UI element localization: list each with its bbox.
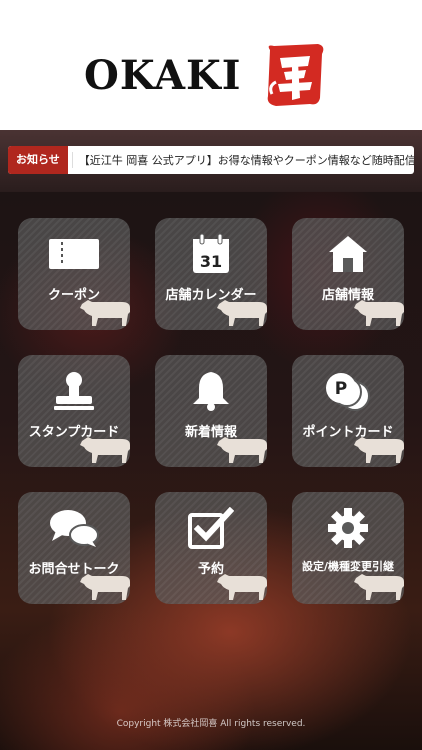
chat-icon	[18, 506, 130, 550]
app-header: OKAKI	[0, 0, 422, 130]
store-icon	[292, 232, 404, 276]
check-icon	[155, 506, 267, 550]
calendar-day: 31	[200, 252, 222, 271]
news-badge: お知らせ	[8, 146, 68, 174]
menu-item-reservation[interactable]: 予約	[155, 492, 267, 604]
cow-icon	[80, 574, 130, 600]
news-ticker[interactable]: お知らせ 【近江牛 岡喜 公式アプリ】お得な情報やクーポン情報など随時配信してい…	[8, 146, 414, 174]
cow-icon	[217, 300, 267, 326]
news-ticker-bar: お知らせ 【近江牛 岡喜 公式アプリ】お得な情報やクーポン情報など随時配信してい…	[0, 130, 422, 192]
menu-item-stamp-card[interactable]: スタンプカード	[18, 355, 130, 467]
cow-icon	[217, 437, 267, 463]
cow-icon	[354, 574, 404, 600]
logo-text: OKAKI	[84, 52, 242, 99]
stamp-icon	[18, 369, 130, 413]
cow-icon	[80, 437, 130, 463]
news-text: 【近江牛 岡喜 公式アプリ】お得な情報やクーポン情報など随時配信していきます	[71, 152, 414, 168]
point-icon: P	[292, 369, 404, 413]
gear-icon	[292, 506, 404, 550]
bell-icon	[155, 369, 267, 413]
menu-item-inquiry-talk[interactable]: お問合せトーク	[18, 492, 130, 604]
menu-grid: クーポン 31 店舗カレンダー 店舗情報 スタンプカード 新着情報 P ポイント…	[18, 218, 404, 608]
calendar-icon: 31	[155, 232, 267, 276]
cow-icon	[354, 300, 404, 326]
menu-item-settings[interactable]: 設定/機種変更引継	[292, 492, 404, 604]
menu-item-store-info[interactable]: 店舗情報	[292, 218, 404, 330]
cow-icon	[80, 300, 130, 326]
cow-icon	[354, 437, 404, 463]
copyright-text: Copyright 株式会社岡喜 All rights reserved.	[116, 719, 306, 729]
menu-item-point-card[interactable]: P ポイントカード	[292, 355, 404, 467]
cow-icon	[217, 574, 267, 600]
menu-item-coupon[interactable]: クーポン	[18, 218, 130, 330]
menu-item-store-calendar[interactable]: 31 店舗カレンダー	[155, 218, 267, 330]
menu-item-news[interactable]: 新着情報	[155, 355, 267, 467]
logo-seal	[267, 44, 324, 106]
coupon-icon	[18, 232, 130, 276]
point-letter: P	[335, 379, 347, 399]
